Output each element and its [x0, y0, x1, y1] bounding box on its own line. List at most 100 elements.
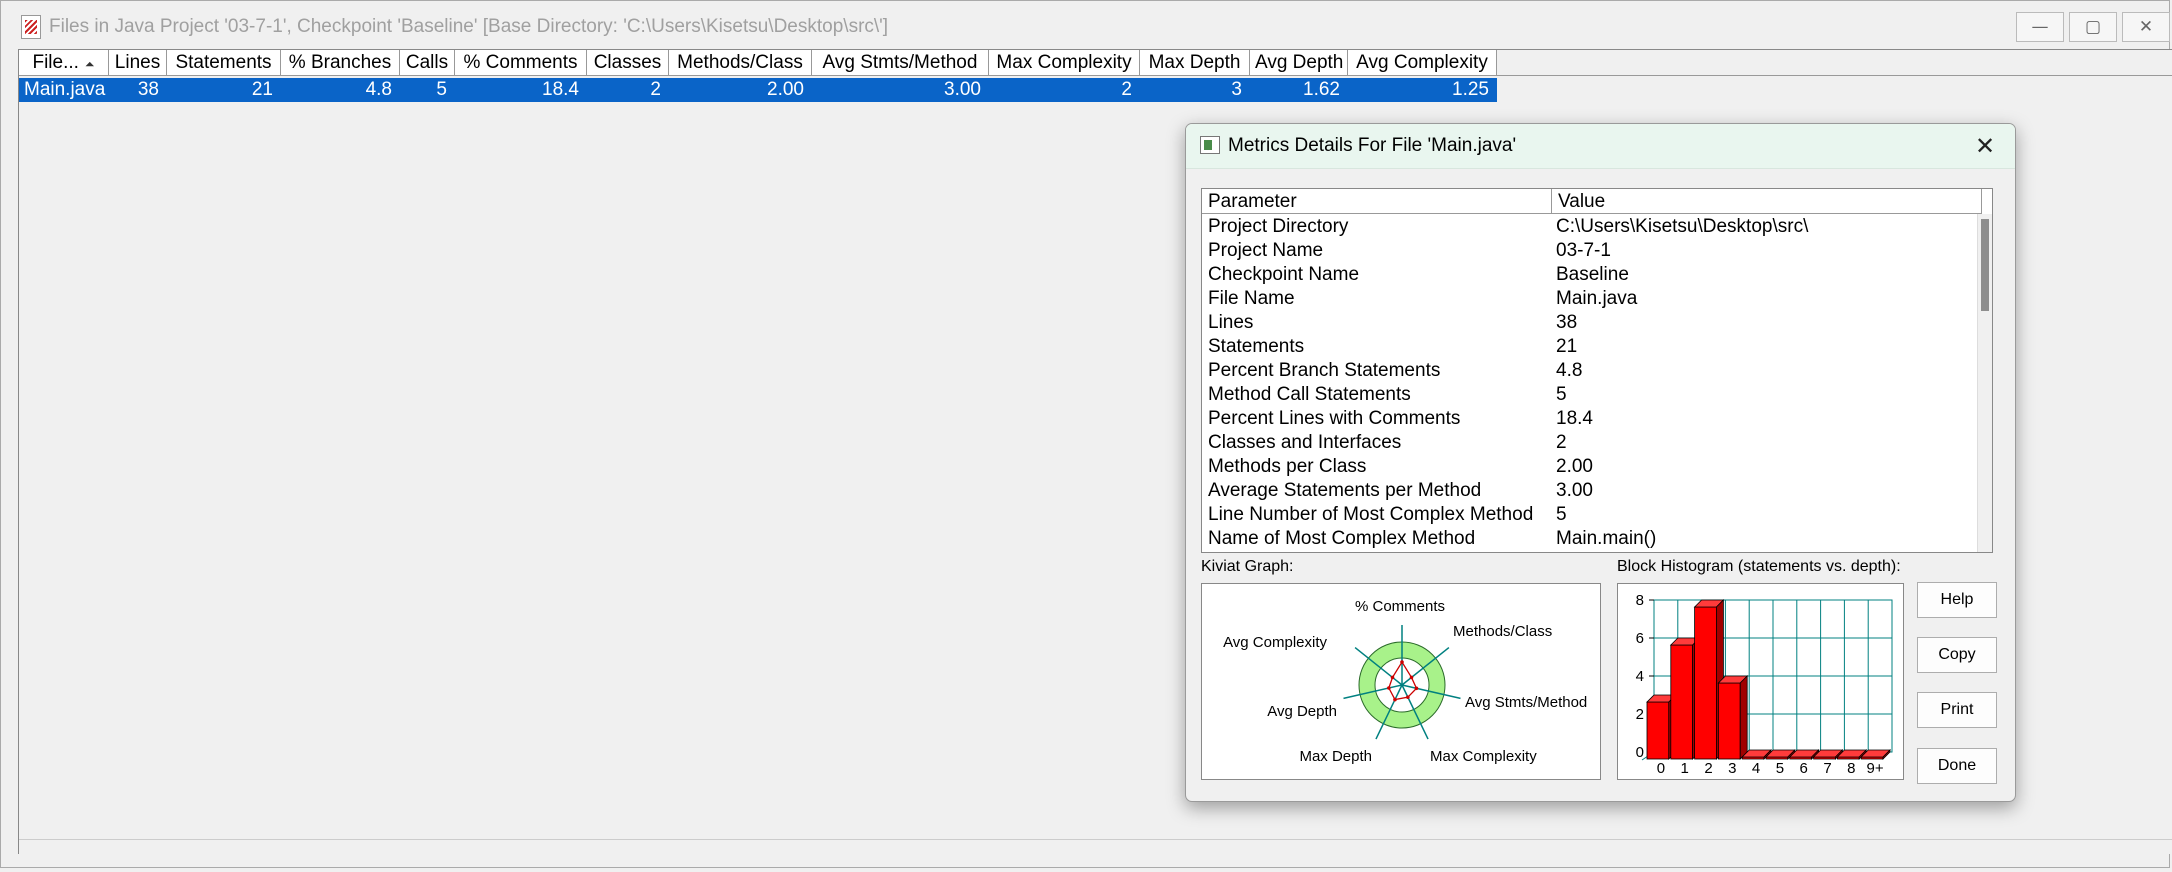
dialog-icon — [1200, 136, 1220, 154]
histogram-bar-side — [1739, 675, 1748, 760]
parameter-value: 4.8 — [1556, 360, 1583, 381]
column-header-avg-complexity[interactable]: Avg Complexity — [1348, 50, 1497, 76]
column-header-label: Lines — [114, 52, 161, 73]
dialog-close-button[interactable]: ✕ — [1969, 130, 2001, 162]
parameter-name: Classes and Interfaces — [1208, 432, 1402, 453]
list-item[interactable]: Lines 38 — [1202, 311, 1977, 335]
parameter-name: Name of Most Complex Method — [1208, 528, 1476, 549]
cell-calls: 5 — [436, 79, 447, 100]
list-item[interactable]: Percent Branch Statements 4.8 — [1202, 359, 1977, 383]
histogram-x-tick-label: 6 — [1800, 760, 1808, 777]
column-header-statements[interactable]: Statements — [167, 50, 281, 76]
maximize-button[interactable]: ▢ — [2069, 12, 2117, 42]
print-button[interactable]: Print — [1917, 692, 1997, 728]
minimize-button[interactable]: — — [2016, 12, 2064, 42]
column-header-avg-depth[interactable]: Avg Depth — [1250, 50, 1348, 76]
kiviat-graph: % Comments Methods/Class Avg Stmts/Method M… — [1201, 583, 1601, 780]
column-header-comments[interactable]: % Comments — [455, 50, 587, 76]
parameter-name: Method Call Statements — [1208, 384, 1411, 405]
list-item[interactable]: Project Name 03-7-1 — [1202, 239, 1977, 263]
column-header-max-complexity[interactable]: Max Complexity — [989, 50, 1140, 76]
list-item[interactable]: Project Directory C:\Users\Kisetsu\Deskto… — [1202, 215, 1977, 239]
help-button[interactable]: Help — [1917, 582, 1997, 618]
cell-max-depth: 3 — [1231, 79, 1242, 100]
parameter-name: Methods per Class — [1208, 456, 1367, 477]
done-button[interactable]: Done — [1917, 748, 1997, 784]
histogram-bar — [1718, 682, 1741, 760]
cell-lines: 38 — [137, 79, 159, 100]
column-header-classes[interactable]: Classes — [587, 50, 669, 76]
list-item[interactable]: Checkpoint Name Baseline — [1202, 263, 1977, 287]
column-header-label: Max Depth — [1148, 52, 1241, 73]
histogram-x-tick-label: 2 — [1704, 760, 1712, 777]
list-item[interactable]: Classes and Interfaces 2 — [1202, 431, 1977, 455]
parameter-list-scrollbar[interactable] — [1977, 214, 1992, 552]
parameter-list[interactable]: Parameter Value Project Directory C:\User… — [1201, 188, 1993, 553]
list-item[interactable]: Methods per Class 2.00 — [1202, 455, 1977, 479]
kiviat-data-point — [1409, 675, 1414, 680]
parameter-value: 5 — [1556, 384, 1567, 405]
parameter-column-header[interactable]: Parameter — [1202, 189, 1552, 214]
column-header-label: Calls — [405, 52, 449, 73]
column-header-label: File... — [32, 52, 79, 73]
sort-ascending-icon: ⏶ — [84, 57, 95, 71]
histogram-svg: 024680 1 2 3 4 5 6 7 8 9+ — [1636, 592, 1893, 777]
app-icon — [21, 15, 41, 39]
kiviat-axis-label: Avg Stmts/Method — [1465, 694, 1587, 711]
histogram-x-tick-label: 9+ — [1867, 760, 1884, 777]
column-header-file[interactable]: File... ⏶ — [19, 50, 109, 76]
table-row[interactable]: Main.java 38 21 4.8 5 18.4 2 2.00 3.00 2 3 1.62 1.25 — [19, 78, 1497, 102]
block-histogram: 0 2 4 6 8 0 1 2 3 4 5 6 7 8 9+ — [1617, 583, 1904, 780]
parameter-list-body: Project Directory C:\Users\Kisetsu\Deskto… — [1202, 215, 1977, 551]
cell-methods-per-class: 2.00 — [767, 79, 804, 100]
histogram-y-tick-label: 0 — [1636, 744, 1644, 761]
value-column-header[interactable]: Value — [1552, 189, 1982, 214]
cell-max-complexity: 2 — [1121, 79, 1132, 100]
close-button[interactable]: ✕ — [2122, 12, 2170, 42]
column-header-lines[interactable]: Lines — [109, 50, 167, 76]
parameter-name: Statements — [1208, 336, 1305, 357]
column-header-label: Avg Depth — [1255, 52, 1344, 73]
parameter-value: Main.java — [1556, 288, 1638, 309]
list-item[interactable]: Average Statements per Method 3.00 — [1202, 479, 1977, 503]
column-header-methods-per-class[interactable]: Methods/Class — [669, 50, 812, 76]
parameter-name: Checkpoint Name — [1208, 264, 1360, 285]
parameter-value: 2 — [1556, 432, 1567, 453]
kiviat-data-point — [1387, 686, 1391, 690]
histogram-x-tick-label: 7 — [1823, 760, 1831, 777]
histogram-x-tick-label: 1 — [1681, 760, 1689, 777]
column-header-calls[interactable]: Calls — [400, 50, 455, 76]
column-header-label: Classes — [593, 52, 662, 73]
list-item[interactable]: Line Number of Most Complex Method 5 — [1202, 503, 1977, 527]
list-item[interactable]: Method Call Statements 5 — [1202, 383, 1977, 407]
copy-button[interactable]: Copy — [1917, 637, 1997, 673]
status-strip — [19, 839, 2172, 854]
list-item[interactable]: Statements 21 — [1202, 335, 1977, 359]
window-title: Files in Java Project '03-7-1', Checkpoi… — [49, 16, 889, 37]
file-table-header: File... ⏶ Lines Statements % Branches Calls % … — [19, 50, 1497, 76]
histogram-x-tick-label: 0 — [1657, 760, 1665, 777]
parameter-value: Main.main() — [1556, 528, 1657, 549]
parameter-value: 21 — [1556, 336, 1578, 357]
column-header-avg-stmts-per-method[interactable]: Avg Stmts/Method — [812, 50, 989, 76]
list-item[interactable]: Name of Most Complex Method Main.main() — [1202, 527, 1977, 551]
histogram-x-tick-label: 8 — [1847, 760, 1855, 777]
parameter-value: Baseline — [1556, 264, 1629, 285]
list-item[interactable]: Percent Lines with Comments 18.4 — [1202, 407, 1977, 431]
parameter-name: Project Name — [1208, 240, 1324, 261]
list-item[interactable]: File Name Main.java — [1202, 287, 1977, 311]
parameter-name: Average Statements per Method — [1208, 480, 1482, 501]
kiviat-data-point — [1390, 675, 1395, 680]
block-histogram-label: Block Histogram (statements vs. depth): — [1617, 558, 1901, 575]
scrollbar-thumb[interactable] — [1981, 219, 1989, 311]
parameter-name: Project Directory — [1208, 216, 1349, 237]
kiviat-graph-label: Kiviat Graph: — [1201, 558, 1294, 575]
kiviat-axis-label: Max Complexity — [1430, 748, 1537, 765]
cell-avg-stmts-per-method: 3.00 — [944, 79, 981, 100]
column-header-branches[interactable]: % Branches — [281, 50, 400, 76]
column-header-label: % Comments — [463, 52, 578, 73]
kiviat-axis-label: Avg Complexity — [1223, 634, 1327, 651]
column-header-label: Avg Complexity — [1356, 52, 1488, 73]
kiviat-svg: % Comments Methods/Class Avg Stmts/Method M… — [1223, 598, 1587, 765]
column-header-max-depth[interactable]: Max Depth — [1140, 50, 1250, 76]
